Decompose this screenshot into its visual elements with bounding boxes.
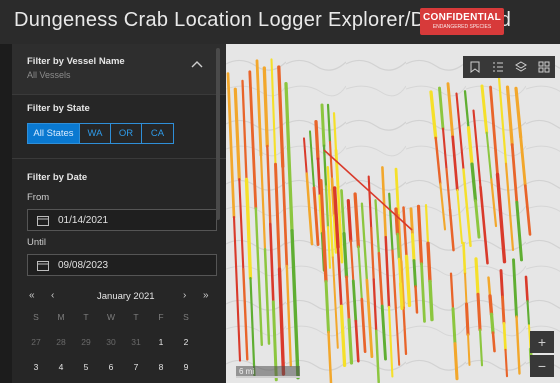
crab-track-segment	[451, 307, 457, 346]
state-option-all[interactable]: All States	[28, 124, 80, 143]
crab-track-segment	[502, 322, 507, 352]
vessel-filter-value: All Vessels	[27, 70, 71, 80]
calendar-week: 3 4 5 6 7 8 9	[27, 362, 217, 376]
weekday-label: M	[57, 312, 65, 322]
calendar-icon	[37, 260, 49, 271]
confidential-badge: CONFIDENTIAL ENDANGERED SPECIES	[420, 8, 504, 35]
calendar-day[interactable]: 6	[99, 362, 123, 372]
calendar-day[interactable]: 29	[74, 337, 98, 347]
calendar-day[interactable]: 5	[74, 362, 98, 372]
map-scale-bar: 6 mi	[236, 366, 300, 378]
calendar-month-label: January 2021	[97, 291, 155, 302]
state-filter-title: Filter by State	[27, 103, 90, 114]
vessel-filter-title: Filter by Vessel Name	[27, 56, 125, 67]
until-label: Until	[27, 237, 47, 248]
weekday-label: T	[83, 312, 89, 322]
calendar-day[interactable]: 27	[24, 337, 48, 347]
zoom-in-button[interactable]: +	[530, 331, 554, 353]
calendar-day[interactable]: 30	[99, 337, 123, 347]
crab-track-segment	[524, 275, 529, 303]
crab-track-segment	[504, 348, 509, 378]
app-header: Dungeness Crab Location Logger Explorer/…	[0, 0, 560, 44]
weekday-label: S	[183, 312, 189, 322]
crab-track-segment	[314, 119, 320, 161]
prev-year-button[interactable]: «	[29, 290, 35, 301]
crab-track-segment	[426, 241, 432, 284]
crab-track-segment	[414, 285, 419, 314]
state-option-wa[interactable]: WA	[80, 124, 111, 143]
state-option-ca[interactable]: CA	[142, 124, 173, 143]
crab-track-segment	[501, 295, 506, 325]
crab-track-segment	[410, 233, 416, 263]
state-option-or[interactable]: OR	[111, 124, 142, 143]
crab-track-segment	[489, 312, 495, 335]
basemap-icon[interactable]	[537, 60, 551, 74]
badge-label: CONFIDENTIAL	[422, 12, 502, 23]
crab-track-segment	[428, 279, 434, 322]
vessel-filter-header[interactable]: Filter by Vessel Name All Vessels	[12, 44, 226, 94]
crab-track-segment	[412, 259, 417, 288]
weekday-label: T	[133, 312, 139, 322]
divider	[12, 94, 226, 95]
from-date-input[interactable]: 01/14/2021	[27, 209, 217, 231]
chevron-up-icon[interactable]	[190, 58, 204, 72]
calendar-icon	[37, 215, 49, 226]
crab-track-segment	[397, 257, 402, 285]
crab-track-segment	[394, 207, 400, 236]
calendar-day[interactable]: 2	[174, 337, 198, 347]
weekday-label: W	[106, 312, 116, 322]
badge-sublabel: ENDANGERED SPECIES	[432, 24, 492, 30]
calendar-day[interactable]: 3	[24, 362, 48, 372]
bookmark-icon[interactable]	[468, 60, 482, 74]
map-widget-toolbar	[463, 56, 555, 78]
crab-track-segment	[491, 331, 496, 353]
calendar-day[interactable]: 7	[124, 362, 148, 372]
crab-track-segment	[476, 292, 482, 332]
crab-track-segment	[396, 232, 401, 261]
calendar-week: 27 28 29 30 31 1 2	[27, 337, 217, 351]
crab-track-segment	[488, 294, 494, 316]
crab-track-segment	[474, 257, 480, 296]
crab-track-layer	[226, 44, 560, 383]
crab-track-segment	[526, 300, 531, 327]
until-date-value: 09/08/2023	[58, 259, 109, 271]
next-year-button[interactable]: »	[203, 290, 209, 301]
layers-icon[interactable]	[514, 60, 528, 74]
crab-track-segment	[487, 276, 492, 298]
date-filter-title: Filter by Date	[27, 172, 88, 183]
calendar-day[interactable]: 9	[174, 362, 198, 372]
legend-icon[interactable]	[491, 60, 505, 74]
weekday-label: F	[158, 312, 164, 322]
weekday-label: S	[33, 312, 39, 322]
filter-panel: Filter by Vessel Name All Vessels Filter…	[12, 44, 226, 383]
crab-track-segment	[464, 302, 470, 336]
calendar-navigation: « ‹ January 2021 › »	[27, 290, 217, 306]
scale-label: 6 mi	[239, 367, 255, 376]
crab-track-segment	[453, 342, 459, 381]
crab-track-segment	[462, 241, 467, 275]
crab-track-segment	[320, 103, 326, 148]
map-view[interactable]	[226, 44, 560, 383]
calendar-day[interactable]: 31	[124, 337, 148, 347]
panel-scrollbar[interactable]	[216, 48, 220, 220]
from-date-value: 01/14/2021	[58, 214, 109, 226]
divider	[12, 158, 226, 159]
calendar-day[interactable]: 4	[49, 362, 73, 372]
crab-track-segment	[499, 269, 504, 299]
crab-track-segment	[398, 282, 404, 311]
calendar-day[interactable]: 1	[149, 337, 173, 347]
calendar-day[interactable]: 8	[149, 362, 173, 372]
zoom-out-button[interactable]: −	[530, 355, 554, 377]
calendar-weekdays: S M T W T F S	[27, 312, 217, 326]
crab-track-segment	[409, 207, 414, 237]
until-date-input[interactable]: 09/08/2023	[27, 254, 217, 276]
calendar-day[interactable]: 28	[49, 337, 73, 347]
from-label: From	[27, 192, 50, 203]
prev-month-button[interactable]: ‹	[51, 290, 54, 301]
state-toggle-group: All States WA OR CA	[27, 123, 174, 144]
next-month-button[interactable]: ›	[183, 290, 186, 301]
crab-track-segment	[334, 148, 340, 190]
